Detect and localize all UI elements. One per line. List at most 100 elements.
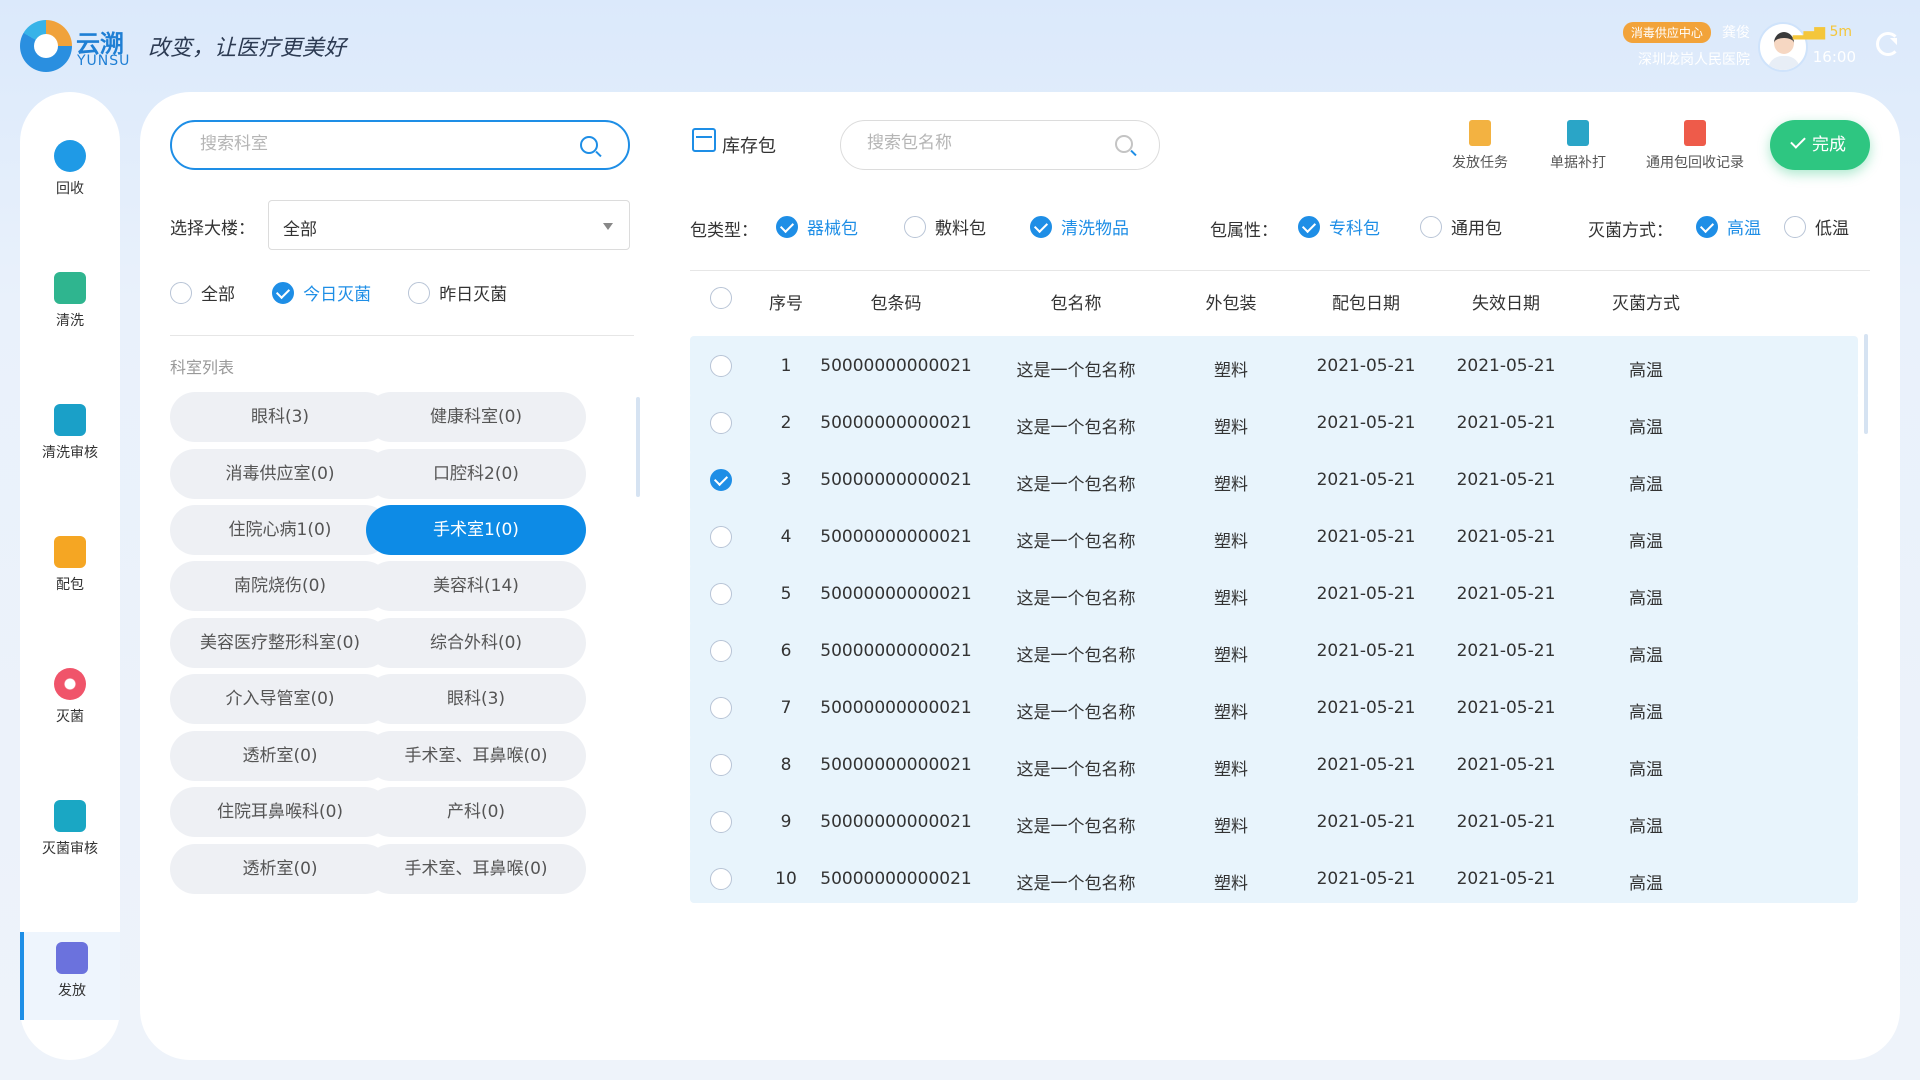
department-scrollbar[interactable] — [636, 397, 640, 497]
table-row[interactable]: 8 50000000000021 这是一个包名称 塑料 2021-05-21 2… — [690, 735, 1858, 797]
method-low-temp-checkbox[interactable]: 低温 — [1784, 214, 1849, 239]
sidebar-item-wash-review[interactable]: 清洗审核 — [20, 394, 120, 482]
table-row[interactable]: 9 50000000000021 这是一个包名称 塑料 2021-05-21 2… — [690, 792, 1858, 854]
package-search[interactable] — [840, 120, 1160, 170]
row-checkbox[interactable] — [710, 754, 741, 776]
row-checkbox[interactable] — [710, 412, 741, 434]
department-pill[interactable]: 介入导管室(0) — [170, 674, 390, 724]
department-pill[interactable]: 综合外科(0) — [366, 618, 586, 668]
department-pill[interactable]: 南院烧伤(0) — [170, 561, 390, 611]
checkbox-label: 清洗物品 — [1061, 219, 1129, 239]
dispatch-task-button[interactable]: 发放任务 — [1452, 120, 1508, 172]
department-pill[interactable]: 透析室(0) — [170, 731, 390, 781]
done-button[interactable]: 完成 — [1770, 120, 1870, 170]
recycle-record-button[interactable]: 通用包回收记录 — [1646, 120, 1744, 172]
table-row[interactable]: 2 50000000000021 这是一个包名称 塑料 2021-05-21 2… — [690, 393, 1858, 455]
cell-pack-date: 2021-05-21 — [1316, 584, 1416, 604]
department-pill[interactable]: 住院耳鼻喉科(0) — [170, 787, 390, 837]
table-row[interactable]: 10 50000000000021 这是一个包名称 塑料 2021-05-21 … — [690, 849, 1858, 903]
table-row[interactable]: 6 50000000000021 这是一个包名称 塑料 2021-05-21 2… — [690, 621, 1858, 683]
cell-no: 10 — [775, 869, 797, 889]
type-clean-items-checkbox[interactable]: 清洗物品 — [1030, 214, 1129, 239]
package-search-input[interactable] — [867, 133, 1107, 153]
department-pill[interactable]: 手术室、耳鼻喉(0) — [366, 731, 586, 781]
filter-yesterday-radio[interactable]: 昨日灭菌 — [408, 280, 507, 305]
row-checkbox[interactable] — [710, 697, 741, 719]
checkbox-circle — [1784, 215, 1806, 238]
search-icon[interactable] — [580, 136, 598, 154]
department-pill[interactable]: 眼科(3) — [170, 392, 390, 442]
refresh-icon[interactable] — [1876, 32, 1900, 56]
cell-pack-date: 2021-05-21 — [1316, 641, 1416, 661]
row-checkbox[interactable] — [710, 583, 741, 605]
table-row[interactable]: 4 50000000000021 这是一个包名称 塑料 2021-05-21 2… — [690, 507, 1858, 569]
attr-general-checkbox[interactable]: 通用包 — [1420, 214, 1502, 239]
filter-all-radio[interactable]: 全部 — [170, 280, 235, 305]
cell-sterilize-method: 高温 — [1629, 703, 1663, 723]
radio-circle — [408, 281, 431, 304]
department-pill[interactable]: 美容科(14) — [366, 561, 586, 611]
checkbox-circle — [1030, 215, 1052, 238]
row-checkbox[interactable] — [710, 868, 741, 890]
sidebar-item-dispatch[interactable]: 发放 — [20, 932, 120, 1020]
cell-expire-date: 2021-05-21 — [1456, 869, 1556, 889]
department-pill[interactable]: 透析室(0) — [170, 844, 390, 894]
radio-circle — [272, 281, 295, 304]
checkbox-label: 敷料包 — [935, 219, 986, 239]
checkbox-circle — [710, 412, 732, 434]
reprint-button[interactable]: 单据补打 — [1550, 120, 1606, 172]
department-pill[interactable]: 健康科室(0) — [366, 392, 586, 442]
department-pill[interactable]: 产科(0) — [366, 787, 586, 837]
department-pill-active[interactable]: 手术室1(0) — [366, 505, 586, 555]
table-row[interactable]: 1 50000000000021 这是一个包名称 塑料 2021-05-21 2… — [690, 336, 1858, 398]
cell-no: 4 — [780, 527, 792, 547]
cell-pack-date: 2021-05-21 — [1316, 698, 1416, 718]
table-row[interactable]: 5 50000000000021 这是一个包名称 塑料 2021-05-21 2… — [690, 564, 1858, 626]
row-checkbox[interactable] — [710, 811, 741, 833]
department-pill[interactable]: 手术室、耳鼻喉(0) — [366, 844, 586, 894]
select-all-checkbox[interactable] — [710, 287, 741, 309]
sidebar-item-recycle[interactable]: 回收 — [20, 130, 120, 218]
search-icon[interactable] — [1115, 135, 1133, 153]
cell-no: 2 — [780, 413, 792, 433]
department-search-input[interactable] — [200, 134, 560, 154]
sidebar-item-sterilize[interactable]: 灭菌 — [20, 658, 120, 746]
sidebar-item-wash[interactable]: 清洗 — [20, 262, 120, 350]
cell-sterilize-method: 高温 — [1629, 817, 1663, 837]
department-pill[interactable]: 住院心病1(0) — [170, 505, 390, 555]
table-row[interactable]: 7 50000000000021 这是一个包名称 塑料 2021-05-21 2… — [690, 678, 1858, 740]
row-checkbox[interactable] — [710, 355, 741, 377]
row-checkbox[interactable] — [710, 469, 741, 491]
table-scrollbar[interactable] — [1864, 334, 1868, 434]
checkbox-circle — [710, 697, 732, 719]
type-dressing-checkbox[interactable]: 敷料包 — [904, 214, 986, 239]
cell-sterilize-method: 高温 — [1629, 646, 1663, 666]
sidebar-item-pack[interactable]: 配包 — [20, 526, 120, 614]
table-row[interactable]: 3 50000000000021 这是一个包名称 塑料 2021-05-21 2… — [690, 450, 1858, 512]
recycle-icon — [54, 140, 86, 172]
department-pill[interactable]: 美容医疗整形科室(0) — [170, 618, 390, 668]
dispatch-icon — [56, 942, 88, 974]
department-pill[interactable]: 消毒供应室(0) — [170, 449, 390, 499]
cell-package-name: 这是一个包名称 — [1016, 361, 1136, 381]
sterilize-date-filter: 全部 今日灭菌 昨日灭菌 — [170, 280, 539, 308]
department-list: 眼科(3) 健康科室(0) 消毒供应室(0) 口腔科2(0) 住院心病1(0) … — [170, 392, 640, 952]
department-search[interactable] — [170, 120, 630, 170]
cell-pack-date: 2021-05-21 — [1316, 413, 1416, 433]
attr-special-checkbox[interactable]: 专科包 — [1298, 214, 1380, 239]
cell-package-name: 这是一个包名称 — [1016, 703, 1136, 723]
done-label: 完成 — [1812, 135, 1846, 155]
method-high-temp-checkbox[interactable]: 高温 — [1696, 214, 1761, 239]
checkbox-label: 高温 — [1727, 219, 1761, 239]
building-select[interactable]: 全部 — [268, 200, 630, 250]
cell-sterilize-method: 高温 — [1629, 418, 1663, 438]
checkbox-circle — [1696, 215, 1718, 238]
row-checkbox[interactable] — [710, 526, 741, 548]
department-pill[interactable]: 口腔科2(0) — [366, 449, 586, 499]
sidebar-item-sterilize-review[interactable]: 灭菌审核 — [20, 790, 120, 878]
row-checkbox[interactable] — [710, 640, 741, 662]
department-pill[interactable]: 眼科(3) — [366, 674, 586, 724]
checkbox-label: 专科包 — [1329, 219, 1380, 239]
filter-today-radio[interactable]: 今日灭菌 — [272, 280, 371, 305]
type-instrument-checkbox[interactable]: 器械包 — [776, 214, 858, 239]
